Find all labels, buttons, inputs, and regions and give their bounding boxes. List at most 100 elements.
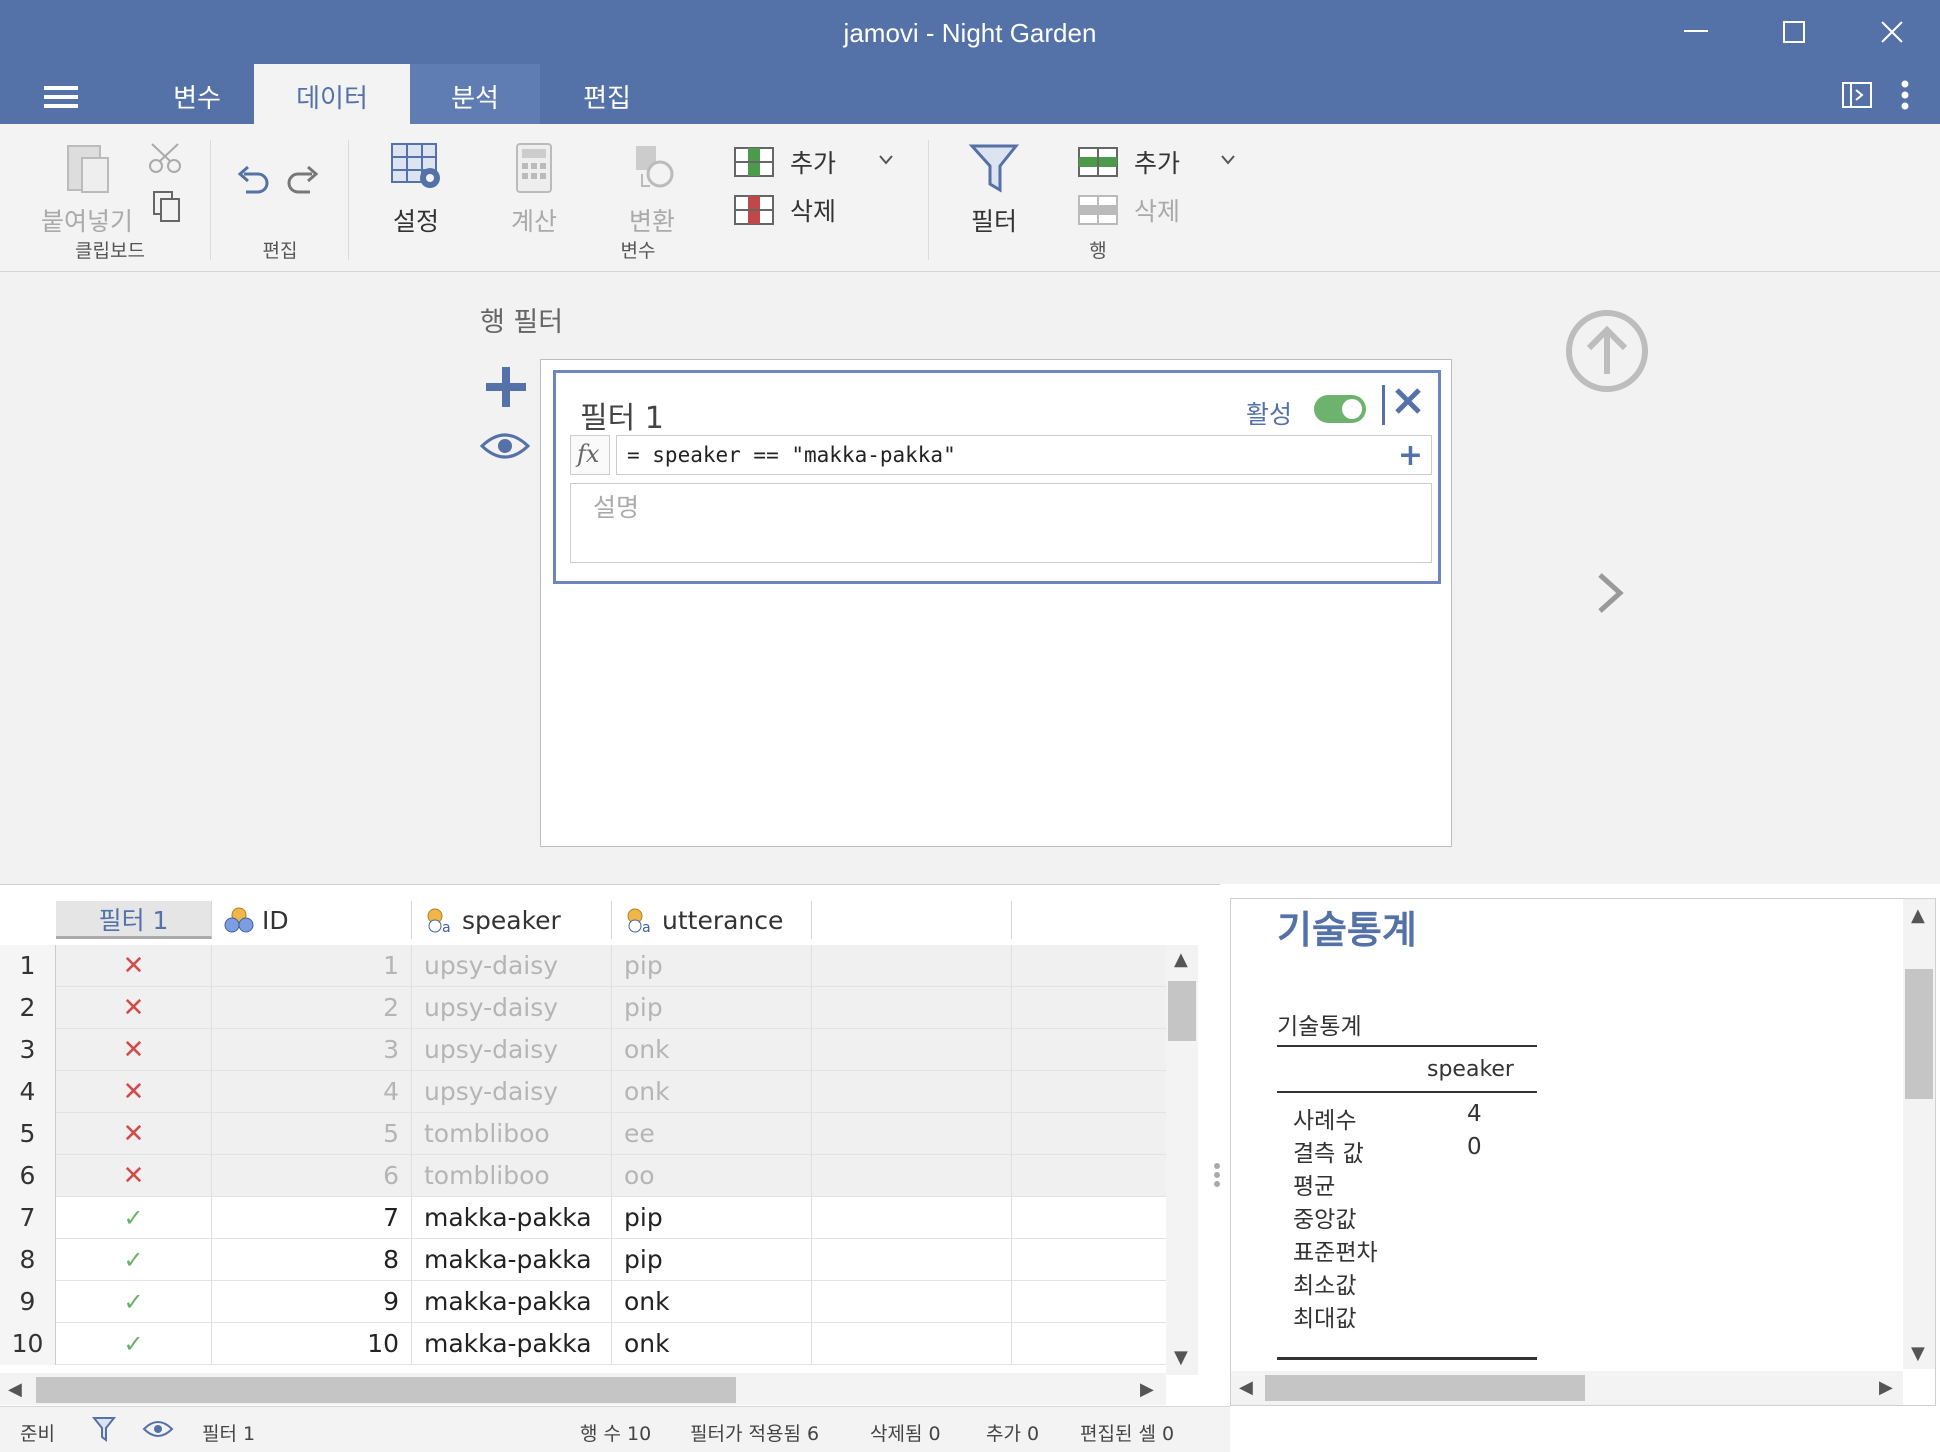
column-header-utterance[interactable]: a utterance [612, 901, 812, 939]
id-cell[interactable]: 7 [212, 1197, 412, 1239]
utterance-cell[interactable]: onk [612, 1281, 812, 1323]
id-cell[interactable]: 4 [212, 1071, 412, 1113]
id-cell[interactable]: 10 [212, 1323, 412, 1365]
speaker-cell[interactable]: makka-pakka [412, 1281, 612, 1323]
scroll-up-icon[interactable]: ▲ [1174, 949, 1188, 970]
utterance-cell[interactable]: ee [612, 1113, 812, 1155]
scrollbar-thumb[interactable] [1265, 1375, 1585, 1401]
table-row[interactable]: 10 ✓ 10 makka-pakka onk [0, 1323, 1166, 1365]
scrollbar-thumb[interactable] [36, 1377, 736, 1403]
scroll-down-icon[interactable]: ▼ [1174, 1347, 1188, 1368]
pane-splitter-handle[interactable] [1210, 1160, 1224, 1190]
speaker-cell[interactable]: makka-pakka [412, 1323, 612, 1365]
eye-icon[interactable] [142, 1419, 174, 1439]
table-row[interactable]: 7 ✓ 7 makka-pakka pip [0, 1197, 1166, 1239]
speaker-cell[interactable]: upsy-daisy [412, 945, 612, 987]
copy-icon[interactable] [152, 190, 182, 224]
remove-filter-button[interactable] [1394, 383, 1422, 424]
scroll-left-icon[interactable]: ◀ [1239, 1377, 1253, 1398]
empty-cell[interactable] [812, 1323, 1012, 1365]
row-number[interactable]: 6 [0, 1155, 56, 1197]
table-row[interactable]: 4 ✕ 4 upsy-daisy onk [0, 1071, 1166, 1113]
close-window-button[interactable] [1844, 0, 1940, 64]
row-number[interactable]: 1 [0, 945, 56, 987]
row-number[interactable]: 9 [0, 1281, 56, 1323]
utterance-cell[interactable]: oo [612, 1155, 812, 1197]
column-header-id[interactable]: ID [212, 901, 412, 939]
add-variable-button[interactable]: 추가 [734, 144, 836, 180]
add-row-button[interactable]: 추가 [1078, 144, 1180, 180]
toggle-results-icon[interactable] [1842, 82, 1872, 108]
id-cell[interactable]: 9 [212, 1281, 412, 1323]
speaker-cell[interactable]: makka-pakka [412, 1197, 612, 1239]
table-row[interactable]: 1 ✕ 1 upsy-daisy pip [0, 945, 1166, 987]
row-number[interactable]: 2 [0, 987, 56, 1029]
scrollbar-thumb[interactable] [1168, 981, 1196, 1041]
row-number[interactable]: 7 [0, 1197, 56, 1239]
id-cell[interactable]: 1 [212, 945, 412, 987]
empty-cell[interactable] [812, 1029, 1012, 1071]
empty-cell[interactable] [812, 1239, 1012, 1281]
speaker-cell[interactable]: upsy-daisy [412, 1071, 612, 1113]
table-row[interactable]: 6 ✕ 6 tombliboo oo [0, 1155, 1166, 1197]
table-row[interactable]: 8 ✓ 8 makka-pakka pip [0, 1239, 1166, 1281]
results-vertical-scrollbar[interactable]: ▲ ▼ [1903, 899, 1935, 1369]
function-picker-button[interactable]: fx [570, 435, 610, 475]
more-options-icon[interactable] [1900, 80, 1910, 112]
utterance-cell[interactable]: pip [612, 1197, 812, 1239]
close-filters-button[interactable] [1566, 310, 1648, 392]
column-header-speaker[interactable]: a speaker [412, 901, 612, 939]
filters-button[interactable]: 필터 [954, 140, 1034, 238]
empty-cell[interactable] [812, 1197, 1012, 1239]
minimize-button[interactable] [1648, 0, 1744, 64]
setup-button[interactable]: 설정 [376, 140, 456, 238]
table-row[interactable]: 3 ✕ 3 upsy-daisy onk [0, 1029, 1166, 1071]
delete-row-button[interactable]: 삭제 [1078, 192, 1180, 228]
vertical-scrollbar[interactable]: ▲ ▼ [1166, 945, 1198, 1375]
scroll-up-icon[interactable]: ▲ [1911, 905, 1925, 926]
transform-button[interactable]: 변환 [612, 140, 692, 238]
empty-cell[interactable] [812, 945, 1012, 987]
filter-description-input[interactable]: 설명 [570, 483, 1432, 563]
column-header-empty[interactable] [812, 901, 1012, 939]
table-row[interactable]: 9 ✓ 9 makka-pakka onk [0, 1281, 1166, 1323]
row-number[interactable]: 4 [0, 1071, 56, 1113]
filter-icon[interactable] [92, 1415, 116, 1443]
row-number[interactable]: 10 [0, 1323, 56, 1365]
active-toggle[interactable] [1314, 395, 1366, 423]
results-horizontal-scrollbar[interactable]: ◀ ▶ [1231, 1371, 1903, 1405]
utterance-cell[interactable]: pip [612, 987, 812, 1029]
tab-variables[interactable]: 변수 [140, 64, 254, 124]
next-panel-button[interactable] [1596, 564, 1626, 629]
scroll-right-icon[interactable]: ▶ [1140, 1379, 1154, 1400]
filter-formula-input[interactable]: = speaker == "makka-pakka" + [616, 435, 1432, 475]
speaker-cell[interactable]: tombliboo [412, 1155, 612, 1197]
row-number[interactable]: 3 [0, 1029, 56, 1071]
scrollbar-thumb[interactable] [1905, 969, 1933, 1099]
column-header-filter[interactable]: 필터 1 [56, 901, 212, 939]
speaker-cell[interactable]: makka-pakka [412, 1239, 612, 1281]
table-row[interactable]: 2 ✕ 2 upsy-daisy pip [0, 987, 1166, 1029]
redo-icon[interactable] [286, 164, 320, 196]
empty-cell[interactable] [812, 987, 1012, 1029]
tab-data[interactable]: 데이터 [254, 64, 410, 124]
add-filter-button[interactable] [484, 364, 528, 418]
show-filter-columns-button[interactable] [479, 430, 531, 466]
row-number[interactable]: 8 [0, 1239, 56, 1281]
tab-edit[interactable]: 편집 [550, 64, 664, 124]
row-number[interactable]: 5 [0, 1113, 56, 1155]
utterance-cell[interactable]: pip [612, 1239, 812, 1281]
scroll-left-icon[interactable]: ◀ [8, 1379, 22, 1400]
empty-cell[interactable] [812, 1155, 1012, 1197]
id-cell[interactable]: 6 [212, 1155, 412, 1197]
id-cell[interactable]: 5 [212, 1113, 412, 1155]
speaker-cell[interactable]: upsy-daisy [412, 987, 612, 1029]
table-row[interactable]: 5 ✕ 5 tombliboo ee [0, 1113, 1166, 1155]
utterance-cell[interactable]: onk [612, 1323, 812, 1365]
delete-variable-button[interactable]: 삭제 [734, 192, 836, 228]
scroll-right-icon[interactable]: ▶ [1879, 1377, 1893, 1398]
horizontal-scrollbar[interactable]: ◀ ▶ [0, 1373, 1166, 1405]
utterance-cell[interactable]: pip [612, 945, 812, 987]
scroll-down-icon[interactable]: ▼ [1911, 1343, 1925, 1364]
maximize-button[interactable] [1746, 0, 1842, 64]
